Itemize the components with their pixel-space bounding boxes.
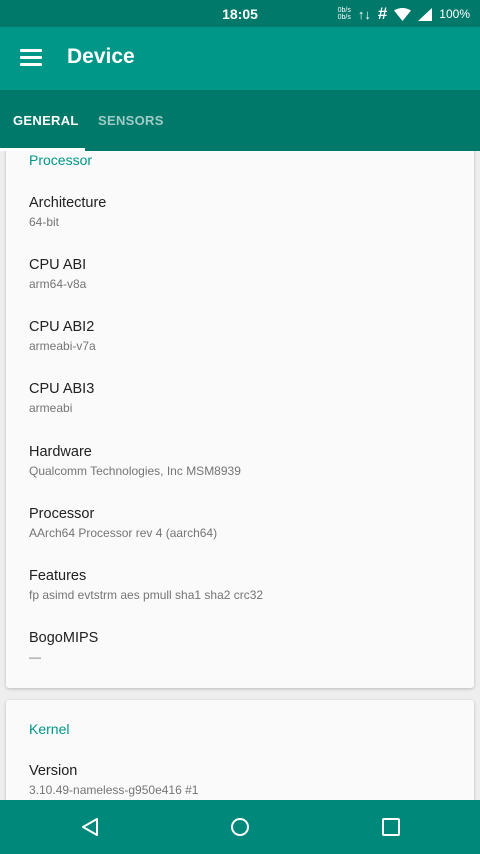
item-value: 64-bit <box>29 215 60 229</box>
tab-indicator <box>0 148 85 151</box>
tab-bar-overlay: GENERAL SENSORS <box>0 90 480 151</box>
item-label: CPU ABI2 <box>29 319 95 335</box>
item-value: arm64-v8a <box>29 277 87 291</box>
item-label: Processor <box>29 506 95 522</box>
list-item-version: Version 3.10.49-nameless-g950e416 #1 <box>29 763 198 797</box>
list-item-architecture: Architecture 64-bit <box>29 195 106 229</box>
item-label: Hardware <box>29 444 92 460</box>
item-label: CPU ABI <box>29 257 87 273</box>
item-value: fp asimd evtstrm aes pmull sha1 sha2 crc… <box>29 588 264 602</box>
item-label: BogoMIPS <box>29 630 99 646</box>
processor-section-header: Processor <box>29 152 93 168</box>
network-speed-up: 0b/s <box>337 7 351 14</box>
list-item-features: Features fp asimd evtstrm aes pmull sha1… <box>29 568 263 602</box>
battery-level: 100% <box>439 7 470 21</box>
status-bar: 18:05 0b/s 0b/s ↑↓ # 100% <box>0 0 480 27</box>
navigation-bar <box>0 800 480 854</box>
menu-icon[interactable] <box>20 49 42 66</box>
wifi-icon <box>394 7 412 21</box>
list-item-hardware: Hardware Qualcomm Technologies, Inc MSM8… <box>29 444 241 478</box>
hash-icon: # <box>377 4 388 23</box>
item-value: armeabi-v7a <box>29 339 96 353</box>
list-item-processor: Processor AArch64 Processor rev 4 (aarch… <box>29 506 217 540</box>
kernel-section-header: Kernel <box>29 721 70 737</box>
list-item-cpu-abi2: CPU ABI2 armeabi-v7a <box>29 319 96 353</box>
tab-general-overlay[interactable]: GENERAL <box>13 90 79 151</box>
list-item-bogomips: BogoMIPS — <box>29 630 98 664</box>
page-title: Device <box>67 45 135 68</box>
recents-icon[interactable] <box>381 817 401 837</box>
list-item-cpu-abi3: CPU ABI3 armeabi <box>29 381 94 415</box>
back-icon[interactable] <box>80 817 100 837</box>
item-value: Qualcomm Technologies, Inc MSM8939 <box>29 464 241 478</box>
item-label: Architecture <box>29 195 107 211</box>
processor-card: Processor Architecture 64-bit CPU ABI ar… <box>6 140 474 688</box>
item-label: CPU ABI3 <box>29 381 95 397</box>
data-activity-icon: ↑↓ <box>357 6 371 22</box>
signal-icon <box>418 7 433 21</box>
item-value: armeabi <box>29 401 73 415</box>
list-item-cpu-abi: CPU ABI arm64-v8a <box>29 257 86 291</box>
item-label: Features <box>29 568 87 584</box>
item-value: 3.10.49-nameless-g950e416 #1 <box>29 783 199 797</box>
home-icon[interactable] <box>230 817 250 837</box>
network-speed: 0b/s 0b/s <box>338 7 351 21</box>
network-speed-down: 0b/s <box>337 14 351 21</box>
tab-sensors-overlay[interactable]: SENSORS <box>98 90 164 151</box>
item-value: — <box>29 650 41 664</box>
item-label: Version <box>29 763 78 779</box>
status-icons: 0b/s 0b/s ↑↓ # 100% <box>338 4 470 24</box>
app-bar: Device <box>0 27 480 90</box>
item-value: AArch64 Processor rev 4 (aarch64) <box>29 526 218 540</box>
